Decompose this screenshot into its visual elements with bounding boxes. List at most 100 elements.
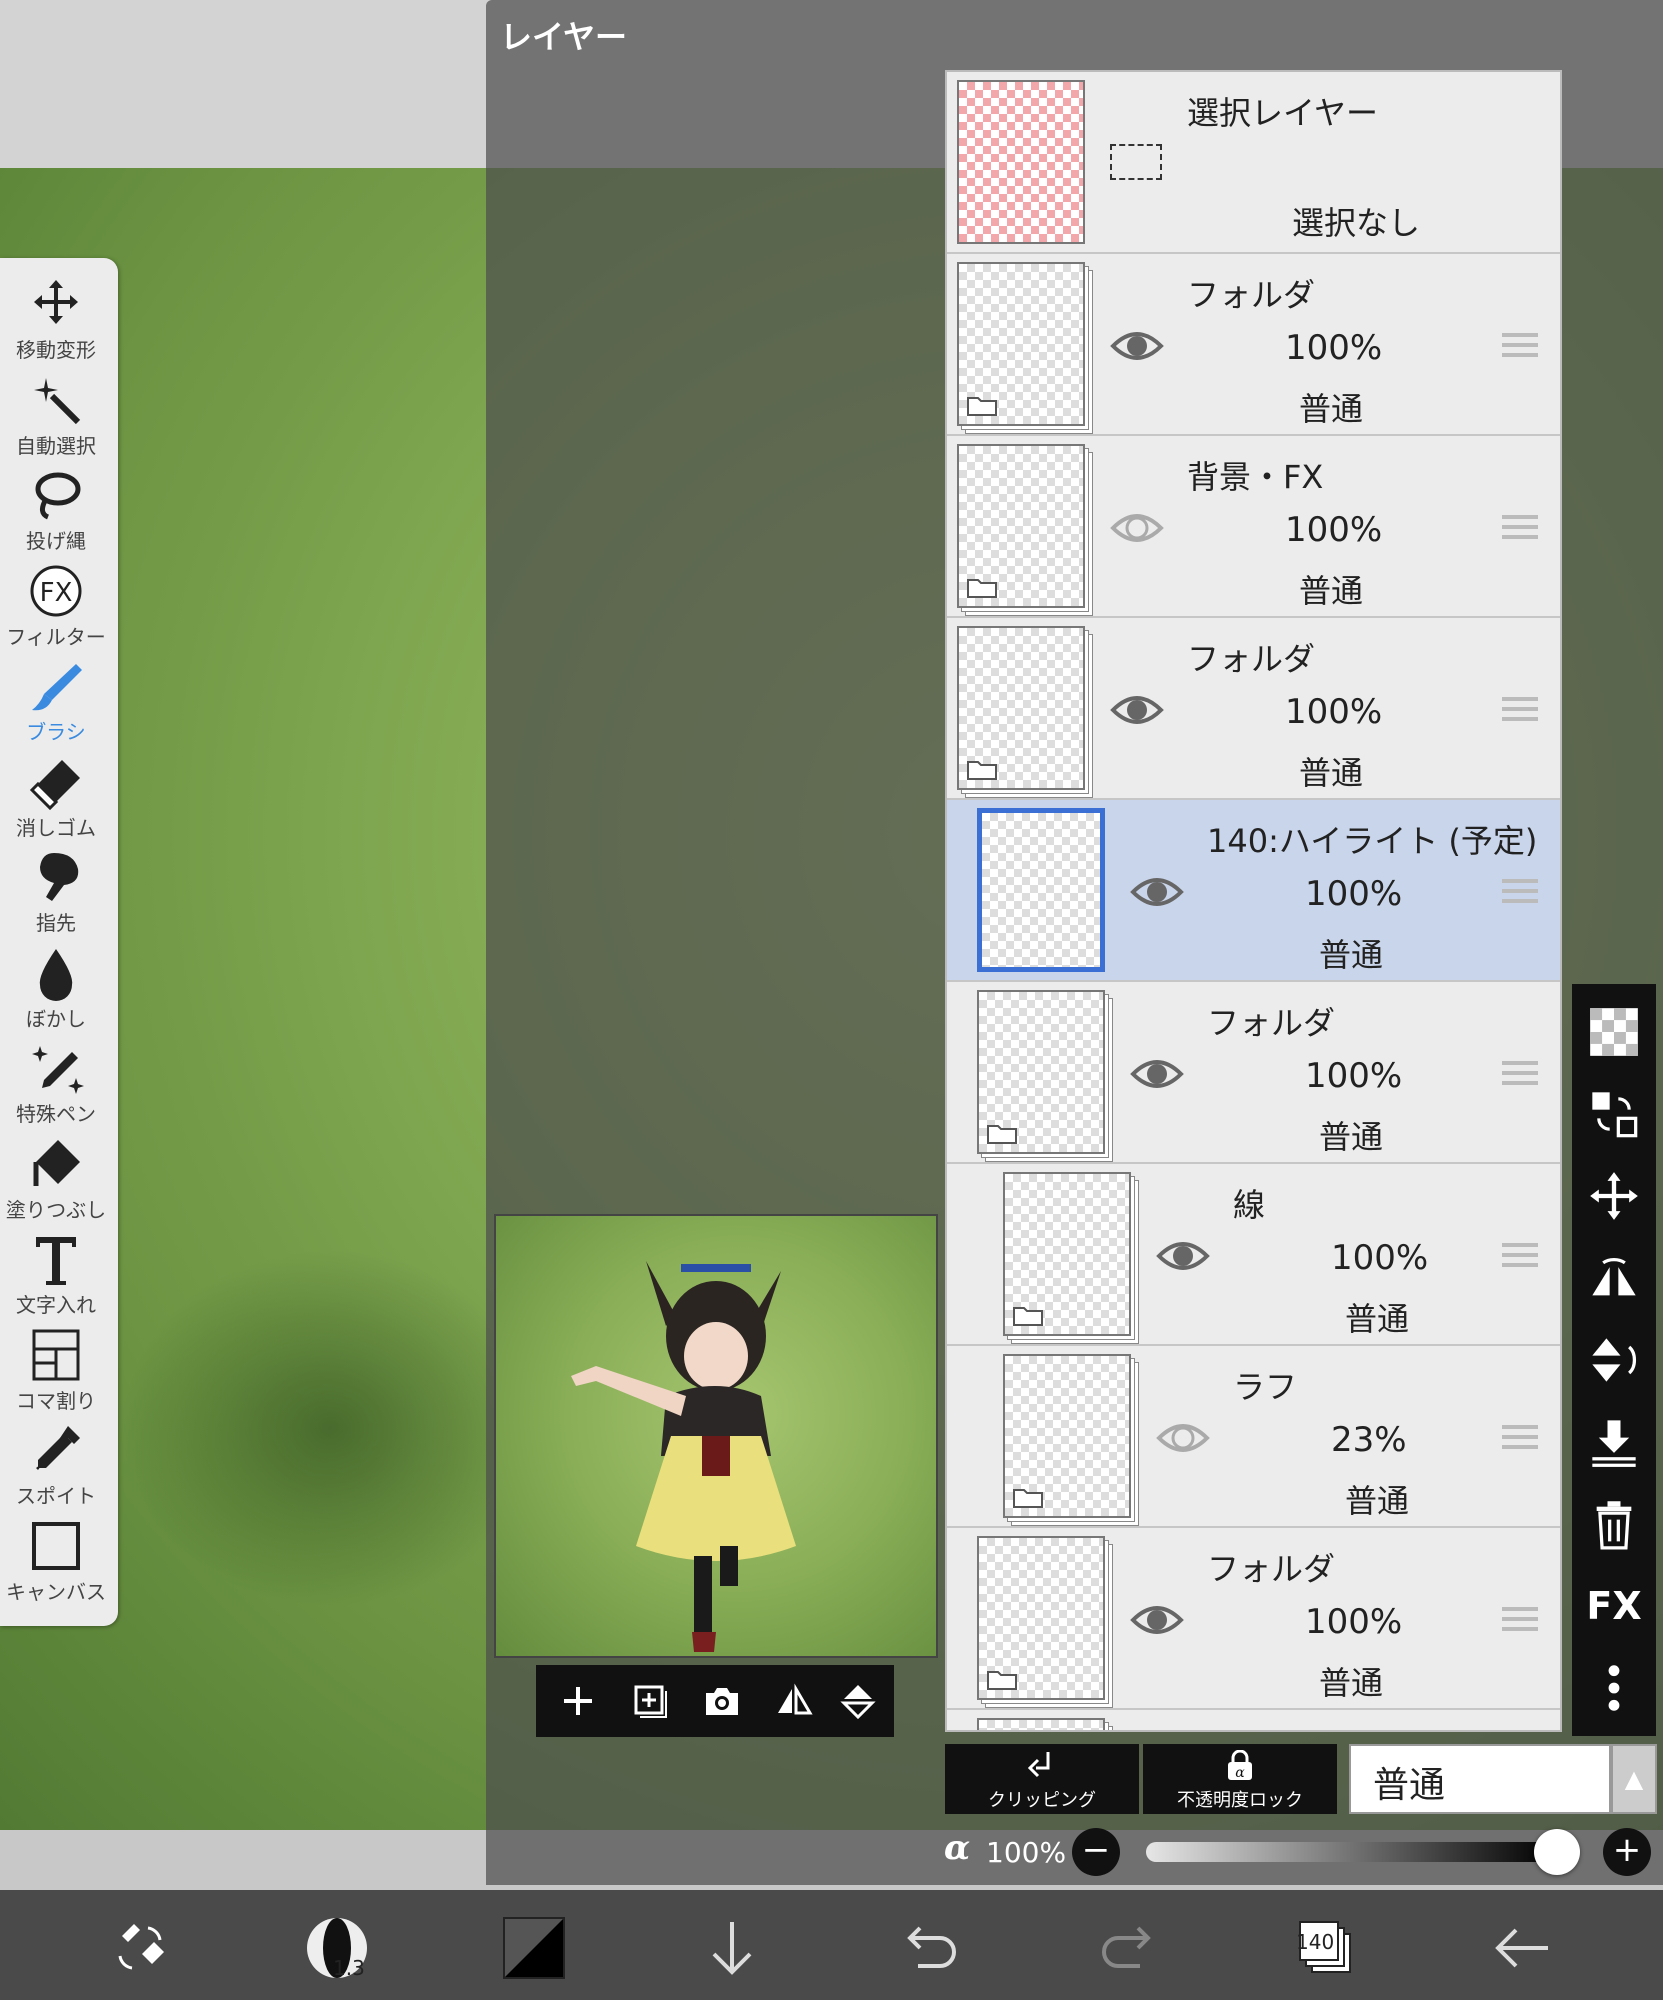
eye-visible-icon[interactable] (1129, 1598, 1185, 1642)
alpha-symbol: α (944, 1828, 971, 1868)
alpha-lock-button[interactable]: α 不透明度ロック (1143, 1744, 1337, 1814)
layer-thumbnail[interactable] (957, 444, 1085, 608)
drag-handle-icon[interactable] (1500, 876, 1540, 906)
tool-magic-wand[interactable]: 自動選択 (0, 368, 112, 464)
layer-tools-bar: FX (1572, 984, 1656, 1736)
drag-handle-icon[interactable] (1500, 1422, 1540, 1452)
alpha-slider-track[interactable] (1146, 1842, 1554, 1862)
eye-visible-icon[interactable] (1109, 324, 1165, 368)
blend-mode-select[interactable]: 普通 (1349, 1744, 1611, 1814)
layer-thumbnail[interactable] (957, 626, 1085, 790)
eye-hidden-icon[interactable] (1109, 506, 1165, 550)
drag-handle-icon[interactable] (1500, 1240, 1540, 1270)
tool-text[interactable]: 文字入れ (0, 1227, 112, 1323)
eye-visible-icon[interactable] (1129, 870, 1185, 914)
eye-visible-icon[interactable] (1129, 1052, 1185, 1096)
tool-blur-drop[interactable]: ぼかし (0, 941, 112, 1037)
layer-row[interactable]: 140:ハイライト (予定) 100% 普通 (947, 800, 1560, 982)
merge-down-button[interactable] (1582, 1410, 1646, 1474)
layer-thumbnail[interactable] (957, 262, 1085, 426)
layer-row[interactable]: フォルダ 100% 普通 (947, 618, 1560, 800)
layer-name: 140:ハイライト (予定) (1207, 822, 1538, 860)
layer-opacity: 100% (1331, 1238, 1429, 1278)
tool-canvas[interactable]: キャンバス (0, 1514, 112, 1610)
tool-label: 塗りつぶし (5, 1197, 107, 1222)
tool-move-transform[interactable]: 移動変形 (0, 272, 112, 368)
move-layer-button[interactable] (1582, 1164, 1646, 1228)
preview-toolbar (536, 1665, 894, 1737)
drag-handle-icon[interactable] (1500, 1058, 1540, 1088)
layer-thumbnail[interactable] (1003, 1172, 1131, 1336)
layer-thumbnail[interactable] (977, 990, 1105, 1154)
layers-button[interactable]: 140 (1286, 1908, 1366, 1988)
flip-layer-horizontal-button[interactable] (1582, 1246, 1646, 1310)
more-options-button[interactable] (1582, 1656, 1646, 1720)
selection-layer-row[interactable]: 選択レイヤー 選択なし (947, 72, 1560, 254)
tool-label: 移動変形 (16, 338, 96, 362)
tool-eraser[interactable]: 消しゴム (0, 750, 112, 846)
drag-handle-icon[interactable] (1500, 512, 1540, 542)
flip-vertical-icon (1592, 1338, 1637, 1382)
tool-label: ぼかし (26, 1006, 86, 1031)
quick-tool-switch-button[interactable] (100, 1908, 180, 1988)
color-swatch-icon (503, 1917, 565, 1979)
layer-row[interactable]: 線 100% 普通 (947, 1164, 1560, 1346)
layer-thumbnail[interactable] (977, 1536, 1105, 1700)
alpha-decrease-button[interactable]: − (1072, 1828, 1120, 1876)
back-button[interactable] (1482, 1908, 1562, 1988)
alpha-increase-button[interactable]: + (1603, 1828, 1651, 1876)
layer-row[interactable]: フォルダ 100% 普通 (947, 1528, 1560, 1710)
redo-button[interactable] (1088, 1908, 1168, 1988)
layer-row[interactable]: ラフ 23% 普通 (947, 1346, 1560, 1528)
clipping-button[interactable]: クリッピング (945, 1744, 1139, 1814)
layer-name: 背景・FX (1187, 458, 1324, 496)
layer-thumbnail[interactable] (1003, 1354, 1131, 1518)
layer-blend-mode: 普通 (1319, 936, 1384, 974)
fx-icon: FX (0, 563, 112, 621)
drag-handle-icon[interactable] (1500, 330, 1540, 360)
tool-smudge[interactable]: 指先 (0, 845, 112, 941)
eye-visible-icon[interactable] (1109, 688, 1165, 732)
alpha-slider-knob[interactable] (1534, 1829, 1580, 1875)
add-special-layer-button[interactable] (624, 1675, 676, 1727)
layer-row[interactable]: 背景・FX 100% 普通 (947, 436, 1560, 618)
undo-button[interactable] (890, 1908, 970, 1988)
flip-vertical-button[interactable] (832, 1675, 884, 1727)
download-button[interactable] (692, 1908, 772, 1988)
tool-lasso[interactable]: 投げ縄 (0, 463, 112, 559)
drag-handle-icon[interactable] (1500, 694, 1540, 724)
drag-handle-icon[interactable] (1500, 1604, 1540, 1634)
layer-row[interactable]: 色・光陰目安 (947, 1710, 1560, 1730)
layer-list[interactable]: 選択レイヤー 選択なし フォルダ 100% 普通 背景・FX 100% 普通 フォルダ 100… (945, 70, 1562, 1732)
layer-name: 色・光陰目安 (1207, 1726, 1399, 1730)
selection-marquee-icon (1110, 144, 1162, 180)
layer-thumbnail[interactable] (977, 808, 1105, 972)
tool-special-pen[interactable]: 特殊ペン (0, 1036, 112, 1132)
tool-frame-divider[interactable]: コマ割り (0, 1323, 112, 1419)
eye-visible-icon[interactable] (1155, 1234, 1211, 1278)
layer-thumbnail[interactable] (977, 1718, 1105, 1730)
frame-divider-icon (0, 1327, 112, 1385)
camera-button[interactable] (696, 1675, 748, 1727)
canvas-preview[interactable] (494, 1214, 938, 1658)
add-layer-button[interactable] (552, 1675, 604, 1727)
swap-layer-button[interactable] (1582, 1082, 1646, 1146)
tool-label: 投げ縄 (26, 529, 86, 553)
eye-hidden-icon[interactable] (1155, 1416, 1211, 1460)
flip-layer-vertical-button[interactable] (1582, 1328, 1646, 1392)
color-button[interactable] (494, 1908, 574, 1988)
layer-row[interactable]: フォルダ 100% 普通 (947, 254, 1560, 436)
tool-label: 自動選択 (16, 433, 96, 458)
tool-eyedropper[interactable]: スポイト (0, 1418, 112, 1514)
layer-row[interactable]: フォルダ 100% 普通 (947, 982, 1560, 1164)
layer-fx-button[interactable]: FX (1582, 1574, 1646, 1638)
tool-fill-bucket[interactable]: 塗りつぶし (0, 1132, 112, 1228)
tool-fx[interactable]: FX フィルター (0, 559, 112, 655)
flip-horizontal-button[interactable] (768, 1675, 820, 1727)
delete-layer-button[interactable] (1582, 1492, 1646, 1556)
brush-size-button[interactable]: 1.3 (297, 1908, 377, 1988)
blend-mode-arrow-button[interactable]: ▲ (1611, 1744, 1657, 1814)
tool-brush[interactable]: ブラシ (0, 654, 112, 750)
transparency-checker-button[interactable] (1582, 1000, 1646, 1064)
trash-icon (1596, 1501, 1632, 1550)
